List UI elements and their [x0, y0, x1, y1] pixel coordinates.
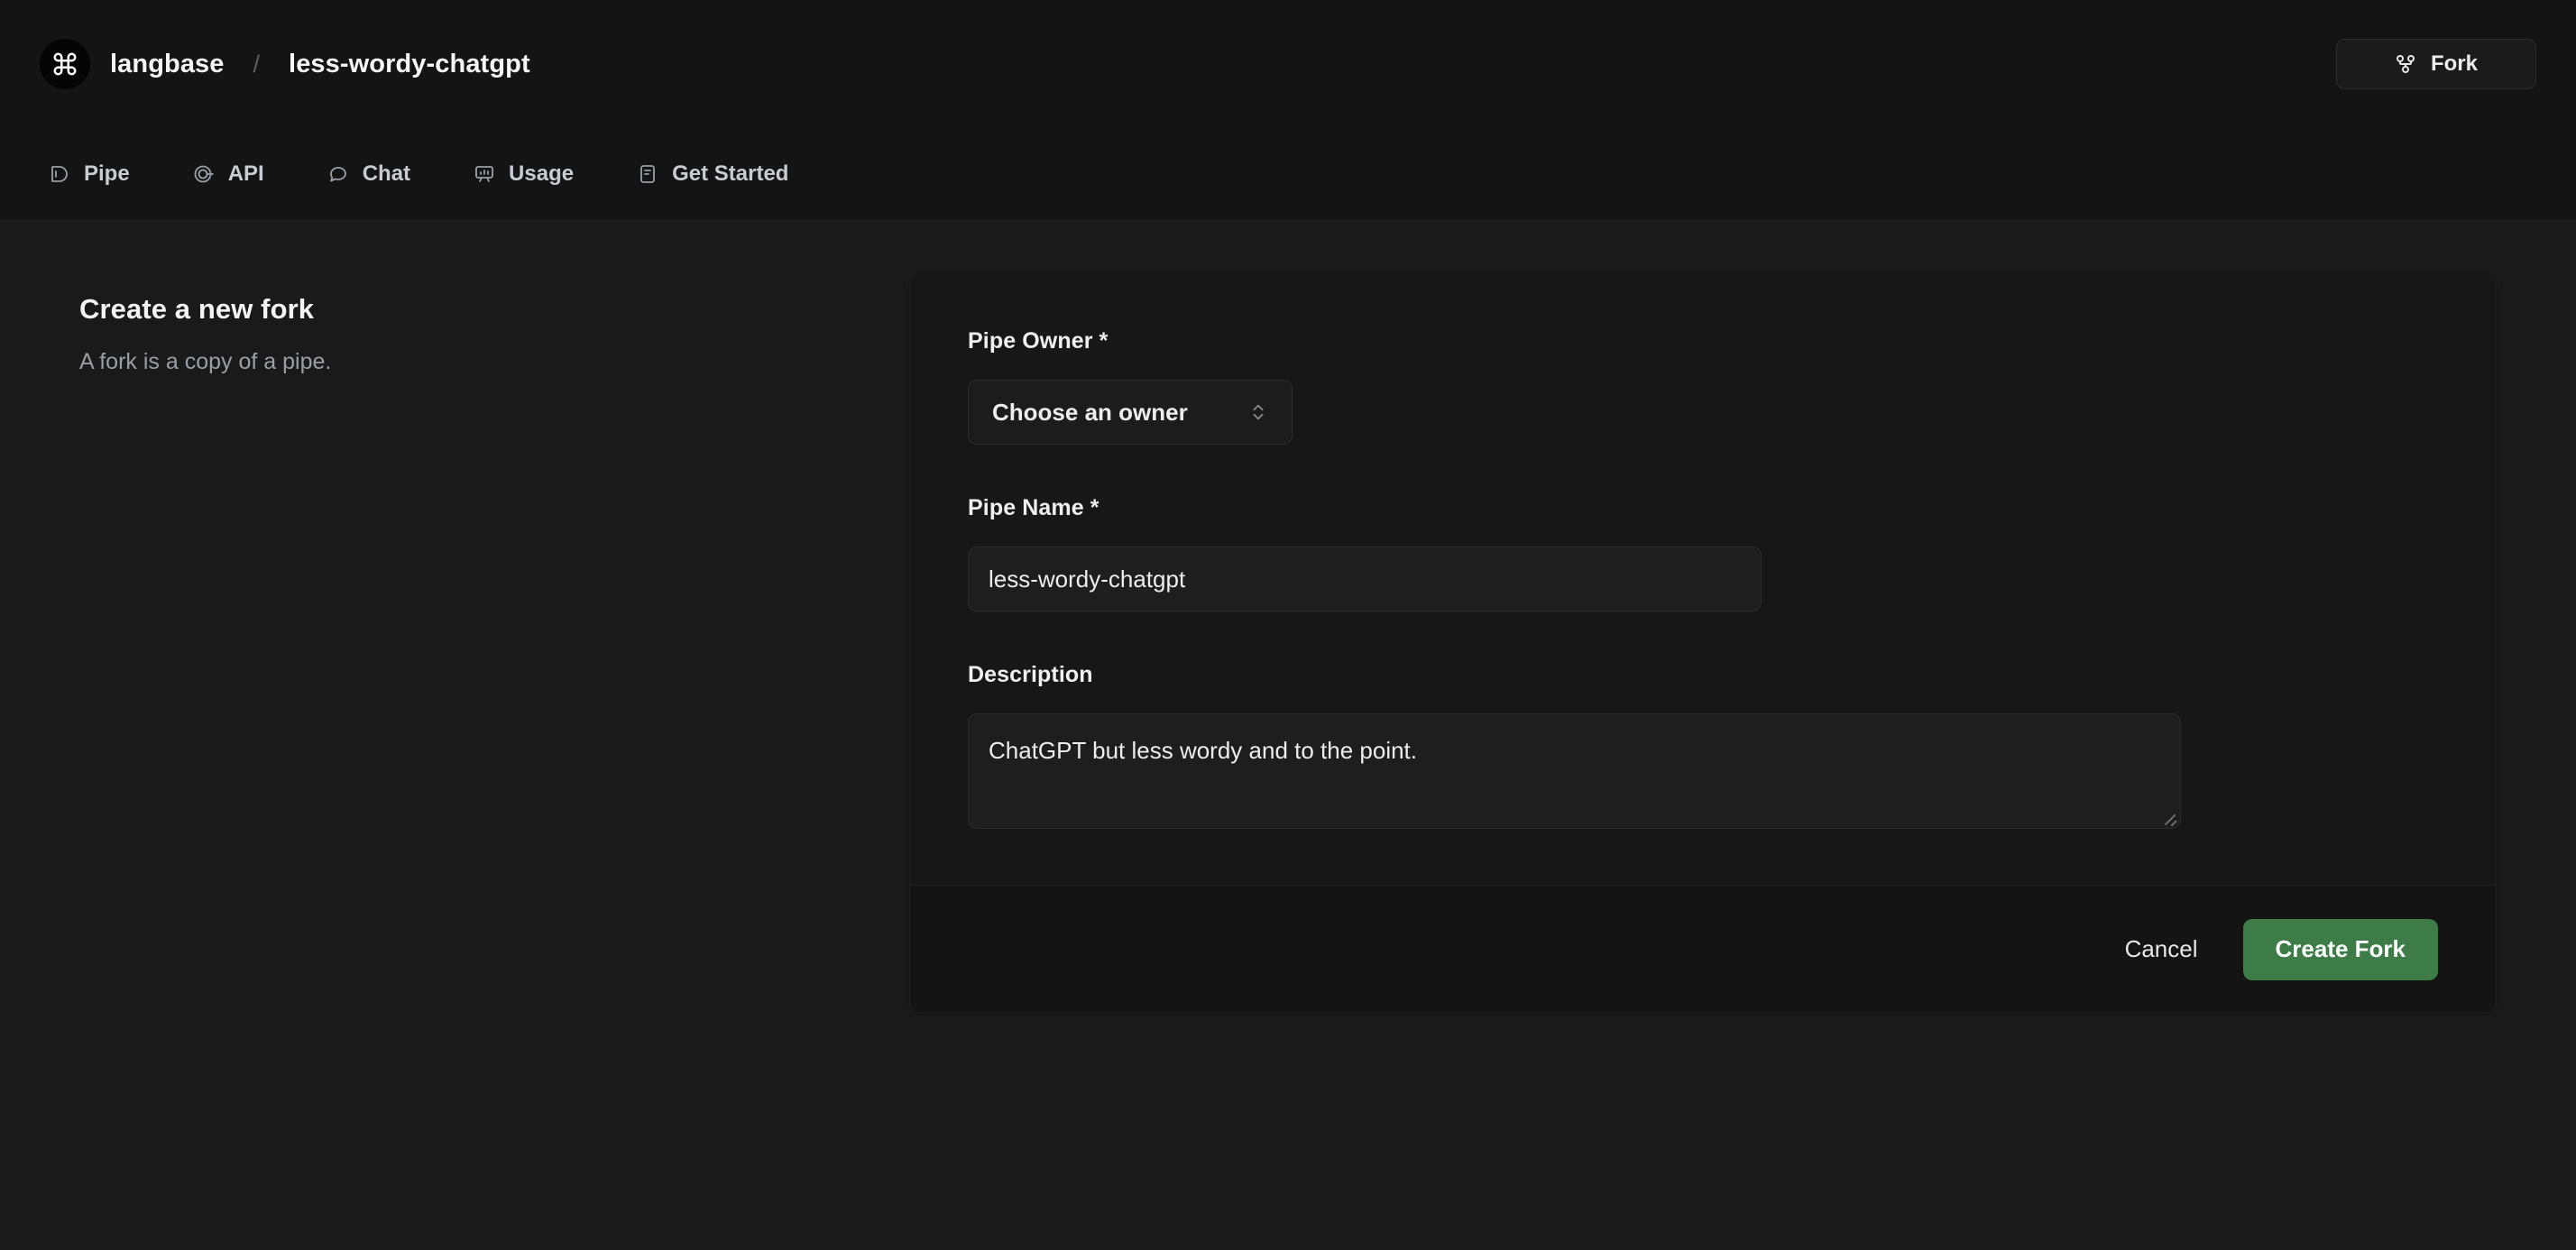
top-header: langbase / less-wordy-chatgpt Fork: [0, 0, 2576, 128]
fork-button[interactable]: Fork: [2336, 39, 2536, 89]
tab-usage-label: Usage: [509, 161, 574, 187]
tab-chat-label: Chat: [363, 161, 410, 187]
breadcrumb-pipe-name[interactable]: less-wordy-chatgpt: [289, 50, 530, 79]
app-root: langbase / less-wordy-chatgpt Fork: [0, 0, 2576, 1250]
api-target-icon: [193, 163, 215, 185]
fork-intro: Create a new fork A fork is a copy of a …: [79, 271, 909, 375]
tab-pipe[interactable]: Pipe: [31, 152, 148, 196]
tab-api-label: API: [228, 161, 264, 187]
fork-form-card: Pipe Owner * Choose an owner: [909, 271, 2497, 1014]
create-fork-button[interactable]: Create Fork: [2243, 919, 2439, 980]
fork-layout: Create a new fork A fork is a copy of a …: [0, 271, 2576, 1014]
page-title: Create a new fork: [79, 293, 909, 326]
top-header-actions: Fork: [2336, 39, 2536, 89]
description-label: Description: [968, 662, 2438, 688]
usage-chart-icon: [474, 163, 495, 185]
pipe-owner-select-wrap: Choose an owner: [968, 380, 1293, 445]
breadcrumb-separator: /: [253, 51, 261, 78]
pipe-owner-select[interactable]: Choose an owner: [968, 380, 1293, 445]
breadcrumb: langbase / less-wordy-chatgpt: [40, 39, 530, 89]
chevrons-up-down-icon: [1248, 402, 1268, 422]
cancel-button[interactable]: Cancel: [2098, 921, 2225, 978]
tab-get-started-label: Get Started: [672, 161, 788, 187]
nav-tabs: Pipe API Chat: [0, 128, 2576, 221]
git-fork-icon: [2395, 53, 2416, 75]
pipe-owner-label: Pipe Owner *: [968, 328, 2438, 354]
field-pipe-owner: Pipe Owner * Choose an owner: [968, 328, 2438, 445]
pipe-owner-selected-value: Choose an owner: [992, 399, 1248, 427]
pipe-name-label: Pipe Name *: [968, 495, 2438, 521]
main-content: Create a new fork A fork is a copy of a …: [0, 221, 2576, 1250]
field-description: Description: [968, 662, 2438, 829]
description-textarea-wrap: [968, 713, 2181, 829]
fork-form-body: Pipe Owner * Choose an owner: [910, 272, 2496, 885]
get-started-doc-icon: [637, 163, 658, 185]
pipe-name-input[interactable]: [968, 547, 1762, 611]
tab-get-started[interactable]: Get Started: [619, 152, 806, 196]
pipe-tag-icon: [49, 163, 70, 185]
tab-chat[interactable]: Chat: [309, 152, 428, 196]
page-subtitle: A fork is a copy of a pipe.: [79, 349, 909, 375]
fork-button-label: Fork: [2431, 51, 2478, 77]
field-pipe-name: Pipe Name *: [968, 495, 2438, 611]
tab-usage[interactable]: Usage: [455, 152, 592, 196]
fork-form-footer: Cancel Create Fork: [910, 885, 2496, 1013]
chat-bubble-icon: [327, 163, 349, 185]
tab-pipe-label: Pipe: [84, 161, 130, 187]
breadcrumb-org[interactable]: langbase: [110, 50, 225, 79]
tab-api[interactable]: API: [175, 152, 282, 196]
command-icon[interactable]: [40, 39, 90, 89]
description-textarea[interactable]: [968, 713, 2181, 829]
